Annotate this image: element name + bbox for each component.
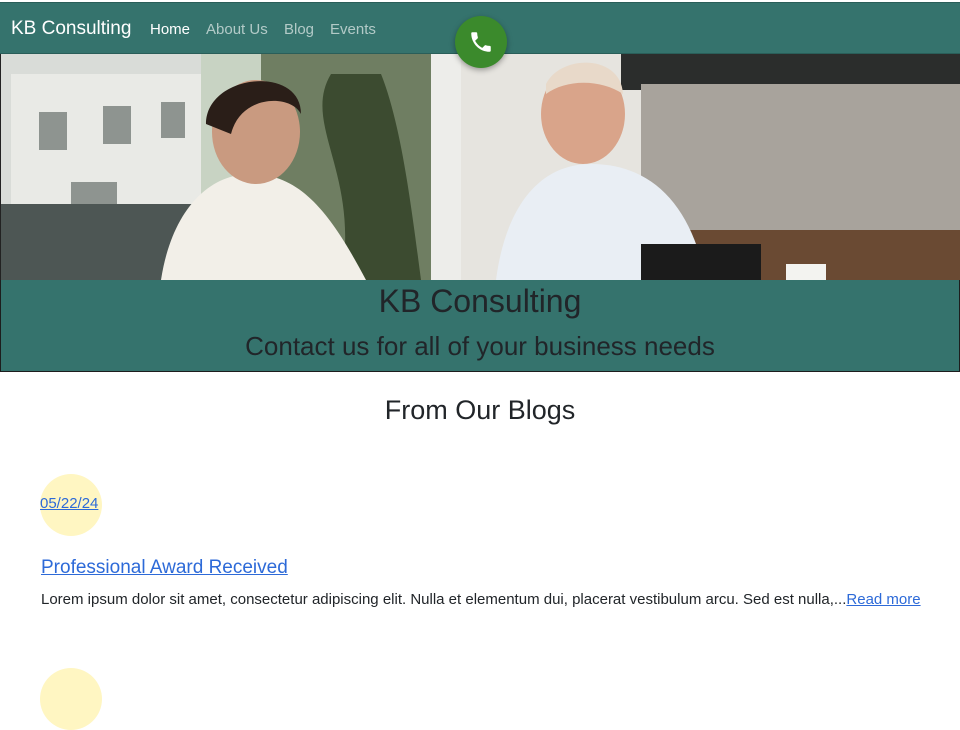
call-button[interactable] [455,16,507,68]
nav-about-us[interactable]: About Us [206,21,268,38]
nav-home[interactable]: Home [150,21,190,38]
post-excerpt: Lorem ipsum dolor sit amet, consectetur … [41,588,921,611]
hero-image [0,54,960,280]
banner-subtitle: Contact us for all of your business need… [245,331,715,361]
post-date-link[interactable]: 05/22/24 [40,495,98,512]
date-badge-next [40,668,102,730]
nav-blog[interactable]: Blog [284,21,314,38]
post-title-link[interactable]: Professional Award Received [41,557,288,579]
post-excerpt-text: Lorem ipsum dolor sit amet, consectetur … [41,591,847,608]
nav-events[interactable]: Events [330,21,376,38]
phone-icon [471,32,491,52]
blogs-heading: From Our Blogs [384,395,576,425]
hero-banner: KB Consulting Contact us for all of your… [0,280,960,372]
brand-link[interactable]: KB Consulting [11,18,131,40]
banner-title: KB Consulting [378,283,582,319]
read-more-link[interactable]: Read more [846,591,920,608]
hero-photo [1,54,960,280]
